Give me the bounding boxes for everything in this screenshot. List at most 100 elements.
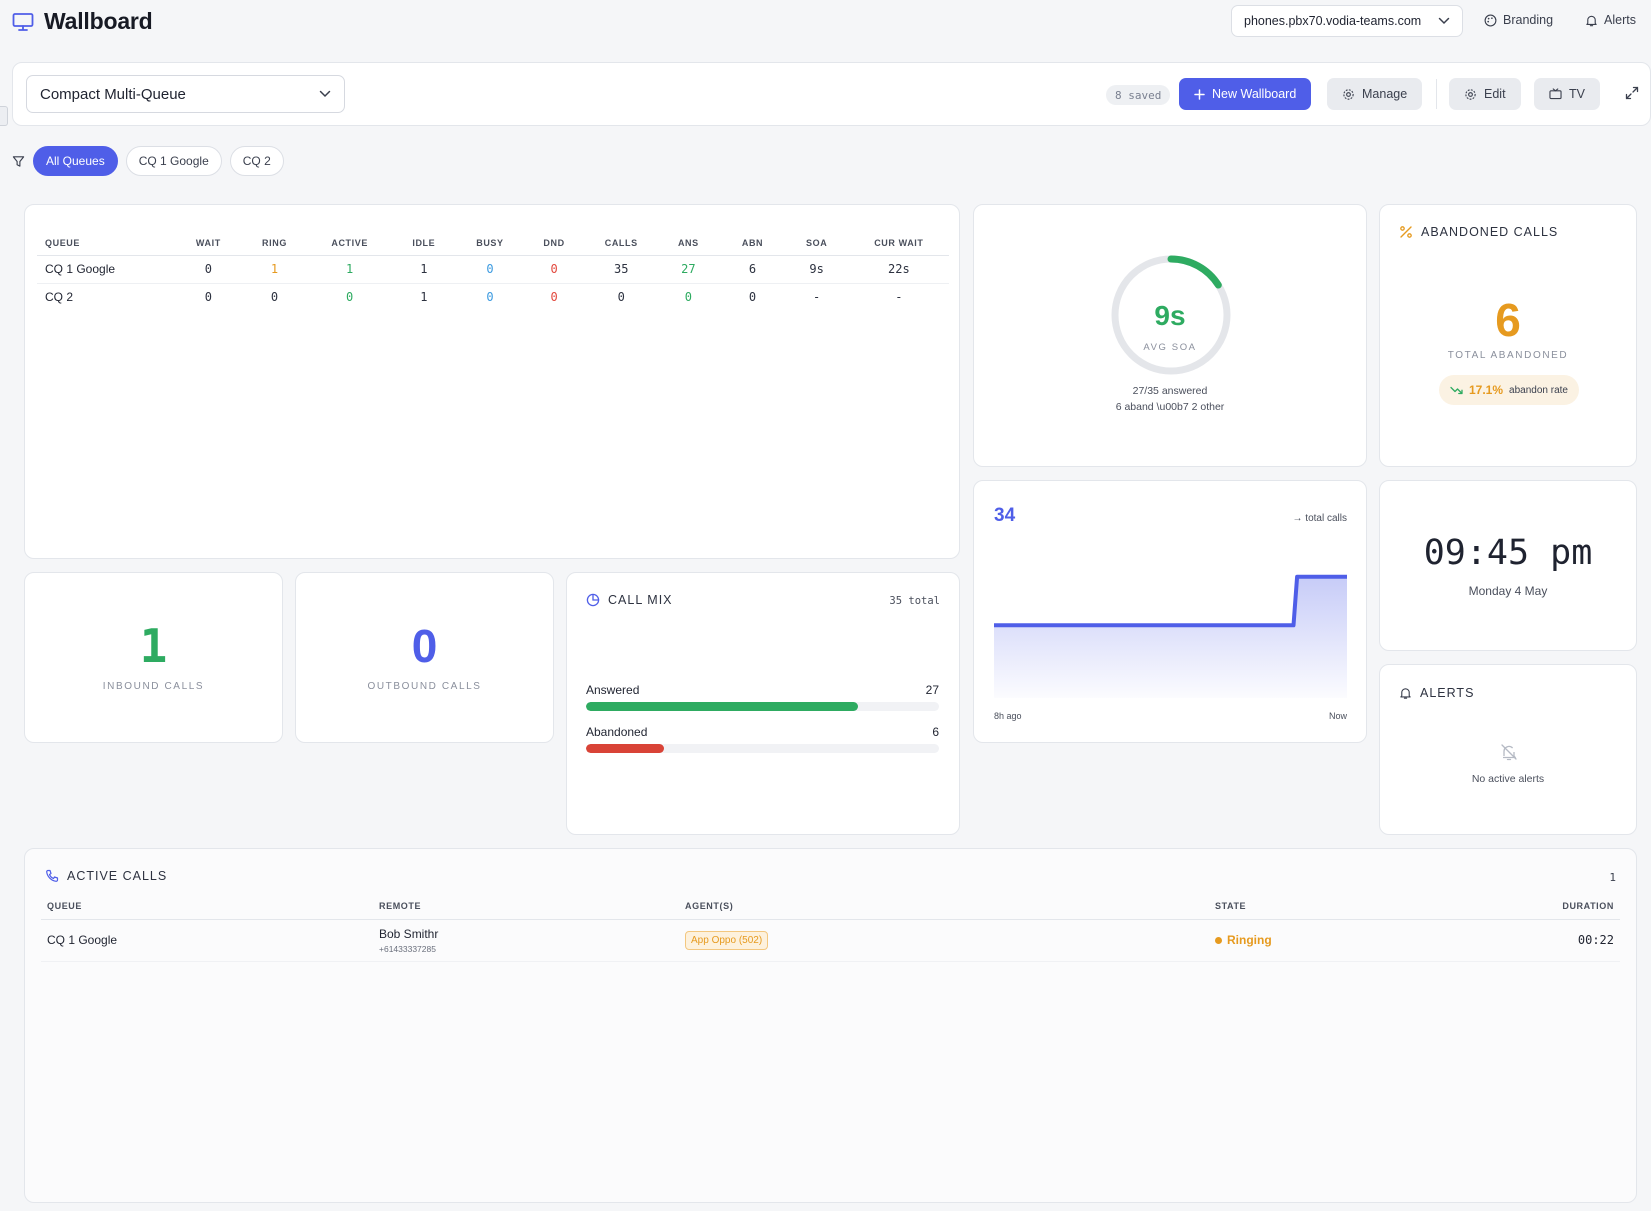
calls-value: 35 [586, 255, 657, 284]
soa-card: 9s AVG SOA 27/35 answered 6 aband \u00b7… [973, 204, 1367, 467]
total-abandoned-label: TOTAL ABANDONED [1447, 350, 1569, 361]
queue-stats-table: QUEUE WAIT RING ACTIVE IDLE BUSY DND CAL… [37, 231, 949, 311]
alerts-card: ALERTS No active alerts [1379, 664, 1637, 835]
trend-value: 34 [994, 505, 1016, 526]
wallboard-select[interactable]: Compact Multi-Queue [26, 75, 345, 113]
call-state: Ringing [1209, 919, 1509, 962]
tv-button[interactable]: TV [1534, 78, 1600, 110]
col-queue: QUEUE [41, 893, 373, 920]
col-remote: REMOTE [373, 893, 679, 920]
mix-bar-fill [586, 744, 664, 753]
col-calls: CALLS [586, 231, 657, 256]
chevron-down-icon [1438, 17, 1450, 25]
mix-bar-abandoned [586, 744, 939, 753]
idle-value: 1 [420, 290, 428, 305]
phone-icon [45, 869, 59, 883]
col-cur-wait: CUR WAIT [848, 231, 949, 256]
avg-soa-value: 9s [1154, 300, 1186, 331]
table-header-row: QUEUE REMOTE AGENT(S) STATE DURATION [41, 893, 1620, 920]
call-agents: App Oppo (502) [679, 919, 1209, 962]
abandon-rate-value: 17.1% [1469, 383, 1504, 397]
filter-chip-cq2[interactable]: CQ 2 [229, 146, 284, 176]
branding-link[interactable]: Branding [1484, 13, 1553, 27]
col-ans: ANS [656, 231, 721, 256]
table-row[interactable]: CQ 1 Google Bob Smithr +61433337285 App … [41, 919, 1620, 962]
call-mix-total: 35 total [889, 595, 940, 607]
side-panel-handle[interactable] [0, 106, 8, 126]
total-calls-trend-card: 34 → total calls 8h ago Now [973, 480, 1367, 743]
alerts-header: ALERTS [1399, 686, 1474, 700]
clock-card: 09:45 pm Monday 4 May [1379, 480, 1637, 651]
filter-chip-cq1-google[interactable]: CQ 1 Google [125, 146, 222, 176]
trend-down-icon [1450, 386, 1463, 395]
col-idle: IDLE [389, 231, 458, 256]
inbound-calls-value: 1 [139, 619, 168, 673]
palette-icon [1484, 14, 1497, 27]
manage-button[interactable]: Manage [1327, 78, 1423, 110]
trend-line [994, 574, 1347, 628]
filter-chip-all-queues[interactable]: All Queues [33, 146, 118, 176]
mix-row-answered: Answered 27 [586, 683, 939, 697]
outbound-calls-value: 0 [411, 620, 438, 672]
call-mix-header: CALL MIX [586, 593, 673, 607]
call-mix-card: CALL MIX 35 total Answered 27 Abandoned … [566, 572, 960, 835]
new-wallboard-button[interactable]: New Wallboard [1179, 78, 1312, 110]
clock-time: 09:45 pm [1423, 533, 1593, 573]
pie-chart-icon [586, 593, 600, 607]
cur-wait-value: 22s [848, 255, 949, 284]
active-value: 0 [346, 290, 354, 305]
branding-label: Branding [1503, 13, 1554, 27]
wallboard-name: Compact Multi-Queue [40, 85, 186, 103]
alerts-label: Alerts [1604, 13, 1636, 27]
trend-chart [994, 574, 1347, 698]
queue-name: CQ 1 Google [37, 255, 178, 284]
domain-select[interactable]: phones.pbx70.vodia-teams.com [1231, 5, 1463, 37]
bell-off-icon [1500, 743, 1518, 761]
col-dnd: DND [522, 231, 587, 256]
answered-summary: 27/35 answered [1132, 385, 1208, 397]
abandoned-calls-card: ABANDONED CALLS 6 TOTAL ABANDONED 17.1% … [1379, 204, 1637, 467]
inbound-calls-card: 1 INBOUND CALLS [24, 572, 283, 743]
tv-label: TV [1569, 87, 1585, 101]
abandon-rate-label: abandon rate [1509, 384, 1568, 396]
ans-value: 0 [684, 290, 692, 305]
table-row[interactable]: CQ 2 0 0 0 1 0 0 0 0 0 - - [37, 283, 949, 311]
inbound-calls-label: INBOUND CALLS [102, 681, 205, 692]
mix-bar-answered [586, 702, 939, 711]
mix-label: Answered [586, 683, 640, 697]
active-calls-card: ACTIVE CALLS 1 QUEUE REMOTE AGENT(S) STA… [24, 848, 1637, 1203]
ring-value: 1 [239, 255, 310, 284]
mix-label: Abandoned [586, 725, 648, 739]
outbound-calls-card: 0 OUTBOUND CALLS [295, 572, 554, 743]
abandoned-calls-title: ABANDONED CALLS [1421, 225, 1559, 239]
abn-value: 6 [720, 255, 785, 284]
queue-name: CQ 2 [45, 290, 74, 305]
edit-label: Edit [1484, 87, 1506, 101]
state-dot-icon [1215, 936, 1222, 944]
col-busy: BUSY [457, 231, 523, 256]
dnd-value: 0 [522, 255, 587, 284]
alerts-link[interactable]: Alerts [1585, 13, 1636, 27]
brand: Wallboard [12, 8, 153, 35]
col-active: ACTIVE [309, 231, 390, 256]
x-axis-end-label: Now [1328, 711, 1347, 721]
alerts-title: ALERTS [1420, 686, 1475, 700]
expand-icon[interactable] [1625, 86, 1639, 100]
remote-number: +61433337285 [379, 943, 436, 954]
busy-value: 0 [486, 290, 494, 305]
edit-button[interactable]: Edit [1449, 78, 1521, 110]
table-row[interactable]: CQ 1 Google 0 1 1 1 0 0 35 27 6 9s 22s [37, 255, 949, 284]
agent-badge: App Oppo (502) [685, 930, 769, 950]
remote-name: Bob Smithr [379, 926, 439, 941]
app-title: Wallboard [44, 8, 153, 34]
call-queue: CQ 1 Google [41, 919, 373, 962]
active-calls-table: QUEUE REMOTE AGENT(S) STATE DURATION CQ … [41, 893, 1620, 962]
idle-value: 1 [389, 255, 458, 284]
bell-icon [1585, 14, 1598, 27]
call-remote: Bob Smithr +61433337285 [373, 919, 679, 962]
wait-value: 0 [177, 255, 240, 284]
trend-legend: → total calls [1292, 513, 1347, 524]
state-label: Ringing [1227, 933, 1272, 948]
busy-value: 0 [457, 255, 523, 284]
clock-date: Monday 4 May [1468, 584, 1548, 598]
